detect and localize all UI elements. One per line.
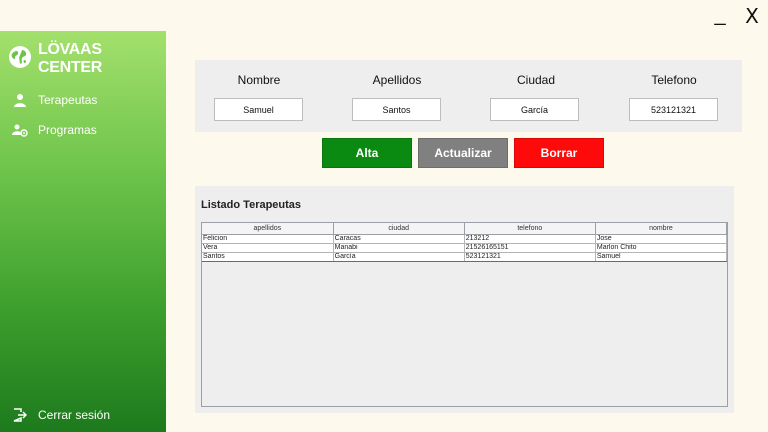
table-cell: 213212 [464,234,596,244]
sidebar-item-programas[interactable]: Programas [12,122,97,138]
table-cell: Santos [202,252,334,262]
table-cell: Vera [202,243,334,253]
table-cell: 21526165151 [464,243,596,253]
table-cell: Manabi [333,243,465,253]
borrar-button[interactable]: Borrar [514,138,604,168]
sidebar-item-label: Terapeutas [38,93,98,107]
nombre-label: Nombre [237,73,281,87]
table-cell: Jose [595,234,728,244]
nombre-field[interactable] [214,98,303,121]
column-header-apellidos[interactable]: apellidos [202,223,334,235]
table-row[interactable]: Vera Manabi 21526165151 Marlon Chito [202,243,728,253]
table-cell: García [333,252,465,262]
telefono-field[interactable] [629,98,718,121]
telefono-label: Telefono [651,73,697,87]
close-button[interactable]: X [738,0,766,31]
table-cell: 523121321 [464,252,596,262]
list-title: Listado Terapeutas [201,199,302,211]
brand-name: LÖVAAS CENTER [38,41,102,76]
column-header-nombre[interactable]: nombre [594,223,728,235]
apellidos-label: Apellidos [372,73,422,87]
therapist-table[interactable]: apellidos ciudad telefono nombre Felicio… [201,222,728,407]
table-cell: Caracas [333,234,465,244]
sidebar-item-label: Programas [38,123,97,137]
table-row[interactable]: Santos García 523121321 Samuel [202,252,728,262]
ciudad-label: Ciudad [516,73,556,87]
table-header-row: apellidos ciudad telefono nombre [202,223,728,235]
people-gear-icon [12,122,28,138]
sidebar: LÖVAAS CENTER Terapeutas Programas Cerra… [0,31,166,432]
column-header-ciudad[interactable]: ciudad [332,223,465,235]
alta-button[interactable]: Alta [322,138,412,168]
table-cell: Marlon Chito [595,243,728,253]
therapist-form: Nombre Apellidos Ciudad Telefono [195,60,742,132]
minimize-button[interactable]: _ [708,0,732,31]
title-bar: _ X [0,0,768,31]
column-header-telefono[interactable]: telefono [463,223,596,235]
logout-button[interactable]: Cerrar sesión [12,407,110,423]
logout-label: Cerrar sesión [38,408,111,422]
person-icon [12,92,28,108]
table-cell: Samuel [595,252,728,262]
apellidos-field[interactable] [352,98,441,121]
therapist-list-panel: Listado Terapeutas apellidos ciudad tele… [195,186,734,413]
logout-icon [12,407,28,423]
table-cell: Felicion [202,234,334,244]
sidebar-item-terapeutas[interactable]: Terapeutas [12,92,97,108]
table-row[interactable]: Felicion Caracas 213212 Jose [202,234,728,244]
actualizar-button[interactable]: Actualizar [418,138,508,168]
globe-logo-icon [8,45,32,74]
brand: LÖVAAS CENTER [8,41,166,77]
ciudad-field[interactable] [490,98,579,121]
